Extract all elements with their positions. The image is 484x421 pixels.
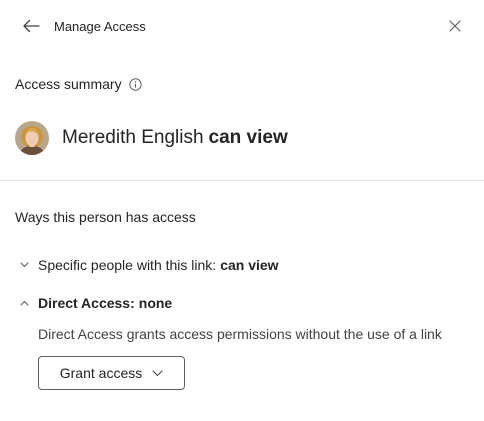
chevron-down-icon	[152, 369, 163, 377]
chevron-up-icon	[18, 297, 30, 309]
grant-access-label: Grant access	[59, 365, 143, 381]
ways-heading: Ways this person has access	[15, 209, 196, 225]
panel-header: Manage Access	[0, 0, 484, 54]
manage-access-panel: Manage Access Access summary Meredith En…	[0, 0, 484, 421]
page-title: Manage Access	[54, 19, 146, 34]
direct-access-value: none	[138, 295, 173, 311]
person-name: Meredith English	[62, 127, 204, 148]
person-access-text: Meredith English can view	[62, 126, 288, 150]
close-button[interactable]	[444, 15, 466, 37]
arrow-left-icon	[23, 19, 40, 33]
close-icon	[449, 20, 461, 32]
person-summary-row: Meredith English can view	[15, 120, 288, 156]
specific-people-value: can view	[220, 257, 279, 273]
info-icon[interactable]	[129, 77, 143, 91]
chevron-down-icon	[18, 259, 30, 271]
direct-access-row[interactable]: Direct Access: none	[18, 294, 172, 312]
person-permission: can view	[208, 127, 288, 148]
specific-people-label: Specific people with this link:	[38, 257, 217, 273]
specific-people-row[interactable]: Specific people with this link: can view	[18, 256, 279, 274]
direct-access-description: Direct Access grants access permissions …	[38, 326, 442, 342]
avatar	[15, 121, 49, 155]
access-summary-heading: Access summary	[15, 76, 143, 92]
back-button[interactable]	[19, 14, 43, 38]
grant-access-button[interactable]: Grant access	[38, 356, 185, 390]
section-divider	[0, 180, 484, 181]
access-summary-label: Access summary	[15, 76, 122, 92]
direct-access-label: Direct Access:	[38, 295, 135, 311]
